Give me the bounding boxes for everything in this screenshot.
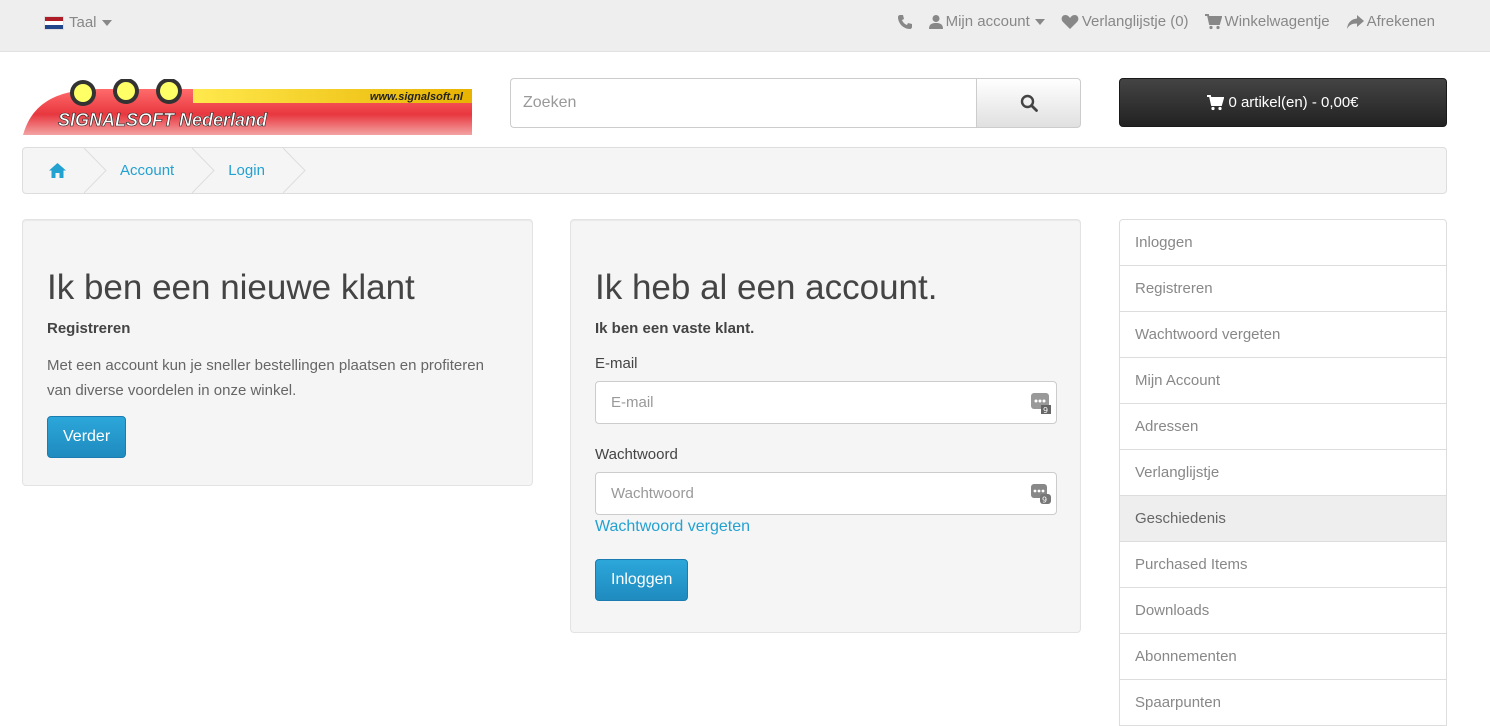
user-icon: [928, 14, 943, 29]
my-account-dropdown[interactable]: Mijn account: [928, 13, 1045, 30]
heart-icon: [1061, 14, 1079, 29]
email-label: E-mail: [595, 355, 638, 372]
password-field[interactable]: [611, 485, 1011, 502]
logo-text: SIGNALSOFT Nederland: [58, 110, 268, 130]
sidebar-item-history[interactable]: Geschiedenis: [1120, 496, 1446, 542]
new-customer-panel: Ik ben een nieuwe klant Registreren Met …: [22, 219, 533, 486]
returning-customer-panel: Ik heb al een account. Ik ben een vaste …: [570, 219, 1081, 633]
cart-button[interactable]: 0 artikel(en) - 0,00€: [1119, 78, 1447, 127]
sidebar-item-label: Verlanglijstje: [1135, 464, 1220, 481]
account-sidebar: Inloggen Registreren Wachtwoord vergeten…: [1119, 219, 1447, 726]
search-button[interactable]: [976, 78, 1081, 128]
sidebar-item-label: Downloads: [1135, 602, 1210, 619]
breadcrumb-account-label: Account: [120, 162, 175, 179]
breadcrumb-login-label: Login: [228, 162, 265, 179]
search-input[interactable]: [510, 78, 976, 128]
cart-label: Winkelwagentje: [1224, 13, 1330, 30]
login-button[interactable]: Inloggen: [595, 559, 689, 601]
netherlands-flag-icon: [44, 15, 64, 30]
returning-customer-subtitle: Ik ben een vaste klant.: [595, 320, 755, 337]
cart-link[interactable]: Winkelwagentje: [1204, 13, 1330, 30]
sidebar-item-label: Abonnementen: [1135, 648, 1237, 665]
search-bar: [510, 78, 1081, 128]
wishlist-link[interactable]: Verlanglijstje (0): [1061, 13, 1189, 30]
checkout-link[interactable]: Afrekenen: [1346, 13, 1435, 30]
caret-down-icon: [101, 19, 112, 26]
breadcrumb-separator: [192, 148, 216, 193]
breadcrumb-home[interactable]: [23, 148, 84, 193]
sidebar-item-label: Inloggen: [1135, 234, 1193, 251]
search-icon: [1020, 94, 1038, 112]
language-label: Taal: [69, 14, 97, 31]
sidebar-item-label: Purchased Items: [1135, 556, 1248, 573]
password-manager-icon[interactable]: 9: [1030, 392, 1052, 414]
breadcrumb-account[interactable]: Account: [108, 148, 192, 193]
sidebar-item-login[interactable]: Inloggen: [1120, 220, 1446, 266]
password-label: Wachtwoord: [595, 446, 678, 463]
shopping-cart-icon: [1207, 94, 1225, 110]
breadcrumb: Account Login: [22, 147, 1447, 194]
phone-icon: [897, 14, 912, 29]
svg-text:9: 9: [1043, 406, 1048, 414]
sidebar-item-downloads[interactable]: Downloads: [1120, 588, 1446, 634]
breadcrumb-login[interactable]: Login: [216, 148, 283, 193]
checkout-label: Afrekenen: [1366, 13, 1435, 30]
new-customer-text: Met een account kun je sneller bestellin…: [47, 357, 484, 399]
sidebar-item-purchased-items[interactable]: Purchased Items: [1120, 542, 1446, 588]
share-arrow-icon: [1346, 14, 1364, 29]
password-manager-icon[interactable]: 9: [1030, 483, 1052, 505]
home-icon: [49, 163, 66, 178]
new-customer-subtitle: Registreren: [47, 320, 131, 337]
sidebar-item-label: Geschiedenis: [1135, 510, 1226, 527]
language-selector[interactable]: Taal: [44, 14, 112, 31]
top-bar: Taal Mijn account Verlanglijstje (0) Win…: [0, 0, 1490, 52]
cart-summary: 0 artikel(en) - 0,00€: [1228, 94, 1359, 111]
top-links: Mijn account Verlanglijstje (0) Winkelwa…: [881, 13, 1435, 30]
email-field[interactable]: [611, 394, 1011, 411]
breadcrumb-separator: [282, 148, 307, 193]
sidebar-item-label: Spaarpunten: [1135, 694, 1221, 711]
sidebar-item-label: Mijn Account: [1135, 372, 1221, 389]
my-account-label: Mijn account: [945, 13, 1030, 30]
sidebar-item-register[interactable]: Registreren: [1120, 266, 1446, 312]
wishlist-label: Verlanglijstje (0): [1081, 13, 1189, 30]
breadcrumb-separator: [84, 148, 108, 193]
email-field-wrapper: 9: [595, 381, 1057, 424]
forgot-password-link[interactable]: Wachtwoord vergeten: [595, 518, 750, 535]
caret-down-icon: [1034, 18, 1045, 25]
shopping-cart-icon: [1204, 13, 1222, 29]
returning-customer-title: Ik heb al een account.: [595, 268, 938, 307]
sidebar-item-forgotten-password[interactable]: Wachtwoord vergeten: [1120, 312, 1446, 358]
sidebar-item-label: Wachtwoord vergeten: [1135, 326, 1281, 343]
sidebar-item-label: Registreren: [1135, 280, 1213, 297]
logo-url-text: www.signalsoft.nl: [370, 91, 464, 103]
sidebar-item-addresses[interactable]: Adressen: [1120, 404, 1446, 450]
sidebar-item-subscriptions[interactable]: Abonnementen: [1120, 634, 1446, 680]
phone-link[interactable]: [897, 14, 913, 30]
store-logo[interactable]: www.signalsoft.nl SIGNALSOFT Nederland: [23, 78, 472, 135]
sidebar-item-wishlist[interactable]: Verlanglijstje: [1120, 450, 1446, 496]
sidebar-item-label: Adressen: [1135, 418, 1199, 435]
continue-button[interactable]: Verder: [47, 416, 127, 458]
svg-text:9: 9: [1042, 496, 1047, 505]
new-customer-title: Ik ben een nieuwe klant: [47, 268, 415, 307]
password-field-wrapper: 9: [595, 472, 1057, 515]
sidebar-item-my-account[interactable]: Mijn Account: [1120, 358, 1446, 404]
sidebar-item-reward-points[interactable]: Spaarpunten: [1120, 680, 1446, 726]
